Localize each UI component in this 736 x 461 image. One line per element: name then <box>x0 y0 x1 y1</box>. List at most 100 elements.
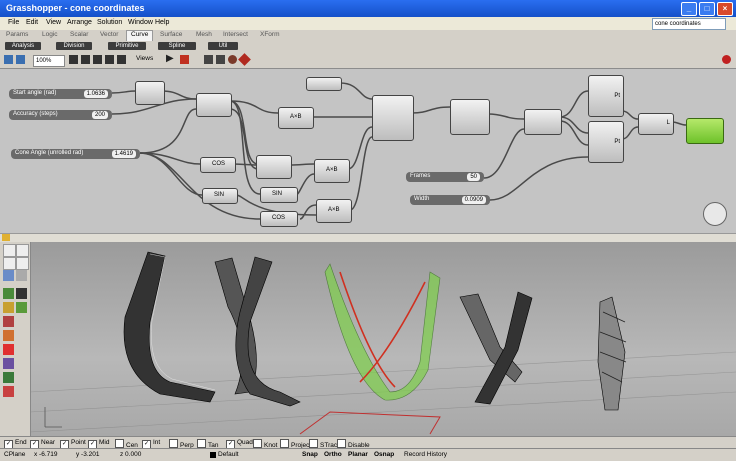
close-button[interactable]: × <box>717 2 733 16</box>
tab-params[interactable]: Params <box>6 31 28 38</box>
subtab-analysis[interactable]: Analysis <box>5 42 41 50</box>
curve-frames-component[interactable] <box>450 99 490 135</box>
ortho-toggle[interactable]: Ortho <box>324 451 342 458</box>
analyze-icon[interactable] <box>16 302 27 313</box>
slider-frames[interactable]: Frames 50 <box>406 172 484 182</box>
tab-scalar[interactable]: Scalar <box>70 31 88 38</box>
views-menu[interactable]: Views <box>136 55 153 62</box>
canvas-toolbar: Views ▶ <box>0 52 736 69</box>
tab-intersect[interactable]: Intersect <box>223 31 248 38</box>
lights-icon[interactable] <box>3 372 14 383</box>
subtab-primitive[interactable]: Primitive <box>108 42 146 50</box>
plane-point-component-2[interactable]: Pt <box>588 121 624 163</box>
maximize-button[interactable]: □ <box>699 2 715 16</box>
layer-icon[interactable] <box>3 358 14 369</box>
zoom-window-icon[interactable] <box>81 55 90 64</box>
transform-icon[interactable] <box>3 302 14 313</box>
slider-cone-angle[interactable]: Cone Angle (unrolled rad) 1.4619 <box>11 149 140 159</box>
layout-icon[interactable] <box>2 234 10 241</box>
tab-curve[interactable]: Curve <box>126 30 154 41</box>
cplane-label: CPlane <box>4 451 26 458</box>
menu-view[interactable]: View <box>46 19 61 26</box>
zoom-in-icon[interactable] <box>105 55 114 64</box>
slider-start-angle[interactable]: Start angle (rad) 1.0636 <box>9 89 112 99</box>
perp-frames-component[interactable] <box>524 109 562 135</box>
divide-component[interactable] <box>256 155 292 179</box>
subtab-spline[interactable]: Spline <box>158 42 196 50</box>
multiply-component[interactable]: A×B <box>278 107 314 129</box>
snap-label: Point <box>71 439 86 446</box>
mesh-icon[interactable] <box>3 288 14 299</box>
subtab-division[interactable]: Division <box>56 42 92 50</box>
cos-component-2[interactable]: COS <box>260 211 298 227</box>
play-icon[interactable]: ▶ <box>166 53 174 64</box>
dimension-icon[interactable] <box>3 316 14 327</box>
menu-solution[interactable]: Solution <box>97 19 122 26</box>
slider-accuracy[interactable]: Accuracy (steps) 200 <box>9 110 112 120</box>
curve-icon[interactable] <box>3 257 16 270</box>
slider-width[interactable]: Width 0.0909 <box>410 195 490 205</box>
stop-icon[interactable] <box>180 55 189 64</box>
zoom-extents-icon[interactable] <box>69 55 78 64</box>
operation-label: A×B <box>328 207 340 213</box>
tab-mesh[interactable]: Mesh <box>196 31 212 38</box>
tab-surface[interactable]: Surface <box>160 31 182 38</box>
menu-window[interactable]: Window <box>128 19 153 26</box>
subtab-util[interactable]: Util <box>208 42 238 50</box>
series-component[interactable] <box>135 81 165 105</box>
bake-icon[interactable] <box>228 55 237 64</box>
snap-toggle[interactable]: Snap <box>302 451 318 458</box>
definition-name-field[interactable]: cone coordinates <box>652 18 726 30</box>
tab-vector[interactable]: Vector <box>100 31 118 38</box>
properties-icon[interactable] <box>3 386 14 397</box>
slider-value[interactable]: 200 <box>91 111 108 119</box>
range-component[interactable] <box>196 93 232 117</box>
zoom-selected-icon[interactable] <box>93 55 102 64</box>
menu-help[interactable]: Help <box>155 19 169 26</box>
tab-xform[interactable]: XForm <box>260 31 280 38</box>
zoom-level-field[interactable]: 100% <box>33 55 65 67</box>
point-cylindrical-component[interactable] <box>372 95 414 141</box>
slider-value[interactable]: 1.4619 <box>111 150 136 158</box>
preview-icon[interactable] <box>204 55 213 64</box>
save-file-icon[interactable] <box>16 55 25 64</box>
multiply-component-2[interactable]: A×B <box>314 159 350 183</box>
multiply-component-3[interactable]: A×B <box>316 199 352 223</box>
minimize-button[interactable]: _ <box>681 2 697 16</box>
polyline-icon[interactable] <box>16 257 29 270</box>
record-history-toggle[interactable]: Record History <box>404 451 447 458</box>
menu-edit[interactable]: Edit <box>26 19 38 26</box>
zoom-out-icon[interactable] <box>117 55 126 64</box>
slider-value[interactable]: 50 <box>467 173 480 181</box>
boolean-icon[interactable] <box>3 344 14 355</box>
loft-component[interactable] <box>686 118 724 144</box>
render-icon[interactable] <box>16 288 27 299</box>
sin-component-1[interactable]: SIN <box>260 187 298 203</box>
menu-file[interactable]: File <box>8 19 19 26</box>
point-icon[interactable] <box>16 244 29 257</box>
slider-value[interactable]: 1.0636 <box>83 90 108 98</box>
select-icon[interactable] <box>3 244 16 257</box>
solver-dial-icon[interactable] <box>703 202 727 226</box>
cos-component-1[interactable]: COS <box>200 157 236 173</box>
sin-component-2[interactable]: SIN <box>202 188 238 204</box>
plane-point-component-1[interactable]: Pt <box>588 75 624 117</box>
cluster-icon[interactable] <box>238 53 251 66</box>
menu-arrange[interactable]: Arrange <box>67 19 92 26</box>
solid-icon[interactable] <box>16 270 27 281</box>
edit-icon[interactable] <box>3 330 14 341</box>
current-layer[interactable]: Default <box>218 451 239 458</box>
rhino-viewport[interactable] <box>0 242 736 436</box>
osnap-toggle[interactable]: Osnap <box>374 451 394 458</box>
gh-canvas[interactable]: Start angle (rad) 1.0636 Accuracy (steps… <box>0 69 736 233</box>
pi-component[interactable] <box>306 77 342 91</box>
planar-toggle[interactable]: Planar <box>348 451 368 458</box>
slider-value[interactable]: 0.0909 <box>461 196 486 204</box>
tab-logic[interactable]: Logic <box>42 31 58 38</box>
operation-label: A×B <box>326 167 338 173</box>
gh-logo-icon[interactable] <box>722 55 731 64</box>
wireframe-icon[interactable] <box>216 55 225 64</box>
open-file-icon[interactable] <box>4 55 13 64</box>
surface-icon[interactable] <box>3 270 14 281</box>
line-component[interactable]: L <box>638 113 674 135</box>
